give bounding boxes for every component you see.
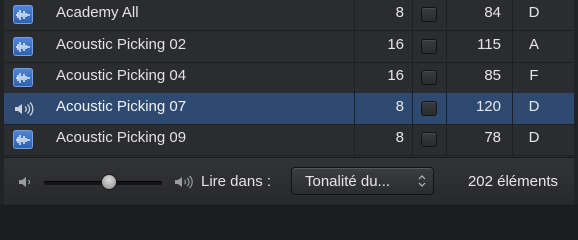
loop-name: Acoustic Picking 09 [56,129,187,146]
item-count: 202 éléments [467,173,558,190]
loop-tempo: 120 [475,98,501,115]
loop-tempo: 84 [484,4,501,21]
volume-slider-knob[interactable] [100,174,117,190]
audio-waveform-icon [13,130,33,149]
loop-name: Acoustic Picking 02 [56,36,187,53]
favorite-checkbox[interactable] [421,70,437,85]
table-row[interactable]: Academy All 8 84 D [4,0,574,31]
up-down-arrows-icon [418,174,426,188]
table-row[interactable]: Acoustic Picking 02 16 115 A [4,31,574,63]
loop-bars: 8 [395,129,404,146]
loop-key: D [528,98,540,115]
favorite-checkbox[interactable] [421,101,437,116]
favorite-checkbox[interactable] [421,132,437,147]
favorite-checkbox[interactable] [421,39,437,54]
speaker-high-icon [174,175,198,189]
loop-name: Acoustic Picking 07 [56,98,187,115]
loop-name: Acoustic Picking 04 [56,67,187,84]
audio-waveform-icon [13,68,33,87]
loop-tempo: 115 [477,36,501,53]
speaker-playing-icon [13,100,37,118]
play-in-key-popup[interactable]: Tonalité du... [291,167,434,195]
speaker-low-icon [18,175,34,189]
loop-key: D [528,129,540,146]
loop-bars: 8 [395,98,404,115]
play-in-key-value: Tonalité du... [305,173,391,190]
table-row[interactable]: Acoustic Picking 04 16 85 F [4,62,574,94]
table-row[interactable]: Acoustic Picking 09 8 78 D [4,124,574,156]
loop-bars: 16 [387,36,404,53]
loop-browser: Academy All 8 84 D Acoustic Picking 02 1… [0,0,578,205]
loop-name: Academy All [56,4,139,21]
favorite-checkbox[interactable] [421,7,437,22]
table-row-selected[interactable]: Acoustic Picking 07 8 120 D [4,93,574,125]
loop-bars: 8 [395,4,404,21]
loop-bars: 16 [387,67,404,84]
play-in-label: Lire dans : [201,173,272,190]
loop-tempo: 78 [484,129,501,146]
loop-key: D [528,4,540,21]
loop-tempo: 85 [484,67,501,84]
loop-key: F [529,67,539,84]
loop-key: A [528,36,539,53]
browser-footer: Lire dans : Tonalité du... 202 éléments [4,157,574,205]
audio-waveform-icon [13,37,33,56]
audio-waveform-icon [13,5,33,24]
loop-list: Academy All 8 84 D Acoustic Picking 02 1… [4,0,574,157]
